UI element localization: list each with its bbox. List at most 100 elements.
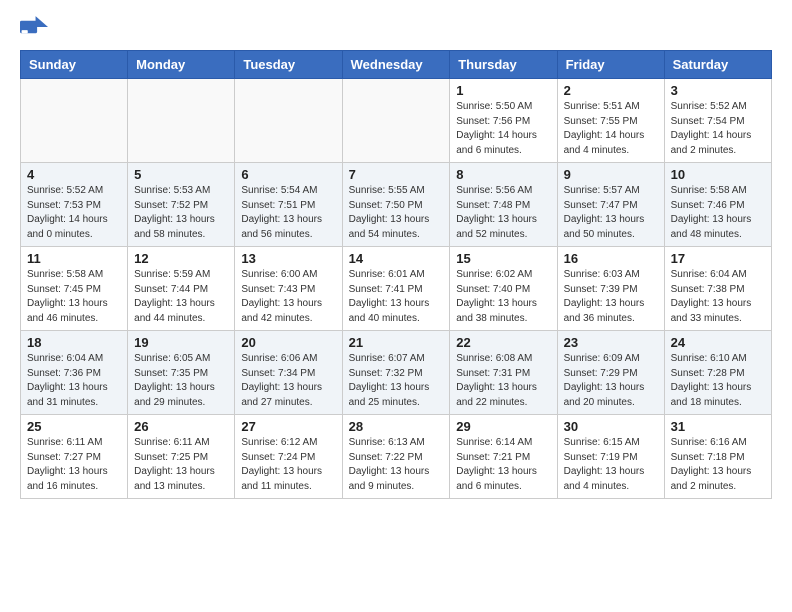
- week-row: 11 Sunrise: 5:58 AM Sunset: 7:45 PM Dayli…: [21, 247, 772, 331]
- calendar-cell: 7 Sunrise: 5:55 AM Sunset: 7:50 PM Daylig…: [342, 163, 450, 247]
- day-info: Sunrise: 5:51 AM Sunset: 7:55 PM Dayligh…: [564, 100, 658, 158]
- logo-icon: [20, 16, 48, 38]
- day-info: Sunrise: 6:06 AM Sunset: 7:34 PM Dayligh…: [241, 352, 335, 410]
- day-info: Sunrise: 6:08 AM Sunset: 7:31 PM Dayligh…: [456, 352, 550, 410]
- day-number: 3: [671, 83, 765, 98]
- calendar-cell: 3 Sunrise: 5:52 AM Sunset: 7:54 PM Daylig…: [664, 79, 771, 163]
- calendar-cell: 27 Sunrise: 6:12 AM Sunset: 7:24 PM Dayli…: [235, 415, 342, 499]
- calendar-cell: [128, 79, 235, 163]
- calendar-cell: 10Sunrise: 5:58 AM Sunset: 7:46 PM Dayli…: [664, 163, 771, 247]
- day-number: 11: [27, 251, 121, 266]
- week-row: 1Sunrise: 5:50 AM Sunset: 7:56 PM Daylig…: [21, 79, 772, 163]
- calendar-cell: [235, 79, 342, 163]
- day-number: 2: [564, 83, 658, 98]
- day-info: Sunrise: 5:53 AM Sunset: 7:52 PM Dayligh…: [134, 184, 228, 242]
- calendar-cell: 5 Sunrise: 5:53 AM Sunset: 7:52 PM Daylig…: [128, 163, 235, 247]
- day-info: Sunrise: 6:09 AM Sunset: 7:29 PM Dayligh…: [564, 352, 658, 410]
- day-info: Sunrise: 6:00 AM Sunset: 7:43 PM Dayligh…: [241, 268, 335, 326]
- calendar-cell: 29Sunrise: 6:14 AM Sunset: 7:21 PM Dayli…: [450, 415, 557, 499]
- day-number: 20: [241, 335, 335, 350]
- day-number: 27: [241, 419, 335, 434]
- calendar-cell: 28 Sunrise: 6:13 AM Sunset: 7:22 PM Dayli…: [342, 415, 450, 499]
- day-number: 24: [671, 335, 765, 350]
- calendar-cell: 8 Sunrise: 5:56 AM Sunset: 7:48 PM Daylig…: [450, 163, 557, 247]
- calendar-cell: 2 Sunrise: 5:51 AM Sunset: 7:55 PM Daylig…: [557, 79, 664, 163]
- day-info: Sunrise: 6:03 AM Sunset: 7:39 PM Dayligh…: [564, 268, 658, 326]
- day-number: 13: [241, 251, 335, 266]
- day-number: 31: [671, 419, 765, 434]
- day-info: Sunrise: 6:12 AM Sunset: 7:24 PM Dayligh…: [241, 436, 335, 494]
- week-row: 18 Sunrise: 6:04 AM Sunset: 7:36 PM Dayli…: [21, 331, 772, 415]
- day-of-week-header: Friday: [557, 51, 664, 79]
- calendar-cell: 24 Sunrise: 6:10 AM Sunset: 7:28 PM Dayli…: [664, 331, 771, 415]
- day-number: 21: [349, 335, 444, 350]
- calendar-cell: 4 Sunrise: 5:52 AM Sunset: 7:53 PM Daylig…: [21, 163, 128, 247]
- week-row: 4 Sunrise: 5:52 AM Sunset: 7:53 PM Daylig…: [21, 163, 772, 247]
- day-info: Sunrise: 5:54 AM Sunset: 7:51 PM Dayligh…: [241, 184, 335, 242]
- day-info: Sunrise: 5:55 AM Sunset: 7:50 PM Dayligh…: [349, 184, 444, 242]
- calendar-cell: 20 Sunrise: 6:06 AM Sunset: 7:34 PM Dayli…: [235, 331, 342, 415]
- day-info: Sunrise: 5:58 AM Sunset: 7:45 PM Dayligh…: [27, 268, 121, 326]
- day-of-week-header: Monday: [128, 51, 235, 79]
- calendar-cell: 9Sunrise: 5:57 AM Sunset: 7:47 PM Daylig…: [557, 163, 664, 247]
- day-info: Sunrise: 5:52 AM Sunset: 7:53 PM Dayligh…: [27, 184, 121, 242]
- calendar-cell: [21, 79, 128, 163]
- header: [20, 16, 772, 38]
- calendar: SundayMondayTuesdayWednesdayThursdayFrid…: [20, 50, 772, 499]
- logo: [20, 16, 52, 38]
- calendar-cell: 23 Sunrise: 6:09 AM Sunset: 7:29 PM Dayli…: [557, 331, 664, 415]
- calendar-cell: 17 Sunrise: 6:04 AM Sunset: 7:38 PM Dayli…: [664, 247, 771, 331]
- day-number: 23: [564, 335, 658, 350]
- week-row: 25 Sunrise: 6:11 AM Sunset: 7:27 PM Dayli…: [21, 415, 772, 499]
- day-number: 10: [671, 167, 765, 182]
- day-info: Sunrise: 5:50 AM Sunset: 7:56 PM Dayligh…: [456, 100, 550, 158]
- day-info: Sunrise: 6:02 AM Sunset: 7:40 PM Dayligh…: [456, 268, 550, 326]
- day-number: 30: [564, 419, 658, 434]
- day-number: 4: [27, 167, 121, 182]
- calendar-cell: 6 Sunrise: 5:54 AM Sunset: 7:51 PM Daylig…: [235, 163, 342, 247]
- day-of-week-header: Tuesday: [235, 51, 342, 79]
- day-number: 18: [27, 335, 121, 350]
- day-info: Sunrise: 6:04 AM Sunset: 7:38 PM Dayligh…: [671, 268, 765, 326]
- day-number: 16: [564, 251, 658, 266]
- day-info: Sunrise: 6:04 AM Sunset: 7:36 PM Dayligh…: [27, 352, 121, 410]
- day-info: Sunrise: 6:16 AM Sunset: 7:18 PM Dayligh…: [671, 436, 765, 494]
- day-info: Sunrise: 5:52 AM Sunset: 7:54 PM Dayligh…: [671, 100, 765, 158]
- day-info: Sunrise: 6:13 AM Sunset: 7:22 PM Dayligh…: [349, 436, 444, 494]
- day-number: 5: [134, 167, 228, 182]
- day-info: Sunrise: 6:11 AM Sunset: 7:27 PM Dayligh…: [27, 436, 121, 494]
- day-number: 15: [456, 251, 550, 266]
- calendar-header-row: SundayMondayTuesdayWednesdayThursdayFrid…: [21, 51, 772, 79]
- day-of-week-header: Saturday: [664, 51, 771, 79]
- calendar-cell: 26Sunrise: 6:11 AM Sunset: 7:25 PM Dayli…: [128, 415, 235, 499]
- calendar-cell: 13 Sunrise: 6:00 AM Sunset: 7:43 PM Dayli…: [235, 247, 342, 331]
- calendar-cell: [342, 79, 450, 163]
- calendar-cell: 22 Sunrise: 6:08 AM Sunset: 7:31 PM Dayli…: [450, 331, 557, 415]
- day-number: 25: [27, 419, 121, 434]
- calendar-cell: 16 Sunrise: 6:03 AM Sunset: 7:39 PM Dayli…: [557, 247, 664, 331]
- calendar-cell: 21Sunrise: 6:07 AM Sunset: 7:32 PM Dayli…: [342, 331, 450, 415]
- calendar-cell: 11 Sunrise: 5:58 AM Sunset: 7:45 PM Dayli…: [21, 247, 128, 331]
- day-number: 28: [349, 419, 444, 434]
- day-number: 6: [241, 167, 335, 182]
- calendar-cell: 14Sunrise: 6:01 AM Sunset: 7:41 PM Dayli…: [342, 247, 450, 331]
- day-number: 22: [456, 335, 550, 350]
- calendar-cell: 31 Sunrise: 6:16 AM Sunset: 7:18 PM Dayli…: [664, 415, 771, 499]
- day-info: Sunrise: 5:57 AM Sunset: 7:47 PM Dayligh…: [564, 184, 658, 242]
- day-info: Sunrise: 5:59 AM Sunset: 7:44 PM Dayligh…: [134, 268, 228, 326]
- day-info: Sunrise: 5:56 AM Sunset: 7:48 PM Dayligh…: [456, 184, 550, 242]
- day-of-week-header: Wednesday: [342, 51, 450, 79]
- day-number: 12: [134, 251, 228, 266]
- day-info: Sunrise: 6:10 AM Sunset: 7:28 PM Dayligh…: [671, 352, 765, 410]
- day-number: 7: [349, 167, 444, 182]
- calendar-cell: 25 Sunrise: 6:11 AM Sunset: 7:27 PM Dayli…: [21, 415, 128, 499]
- day-number: 8: [456, 167, 550, 182]
- calendar-cell: 1Sunrise: 5:50 AM Sunset: 7:56 PM Daylig…: [450, 79, 557, 163]
- day-number: 14: [349, 251, 444, 266]
- day-number: 26: [134, 419, 228, 434]
- day-info: Sunrise: 6:15 AM Sunset: 7:19 PM Dayligh…: [564, 436, 658, 494]
- calendar-cell: 30 Sunrise: 6:15 AM Sunset: 7:19 PM Dayli…: [557, 415, 664, 499]
- calendar-cell: 18 Sunrise: 6:04 AM Sunset: 7:36 PM Dayli…: [21, 331, 128, 415]
- day-of-week-header: Thursday: [450, 51, 557, 79]
- day-number: 17: [671, 251, 765, 266]
